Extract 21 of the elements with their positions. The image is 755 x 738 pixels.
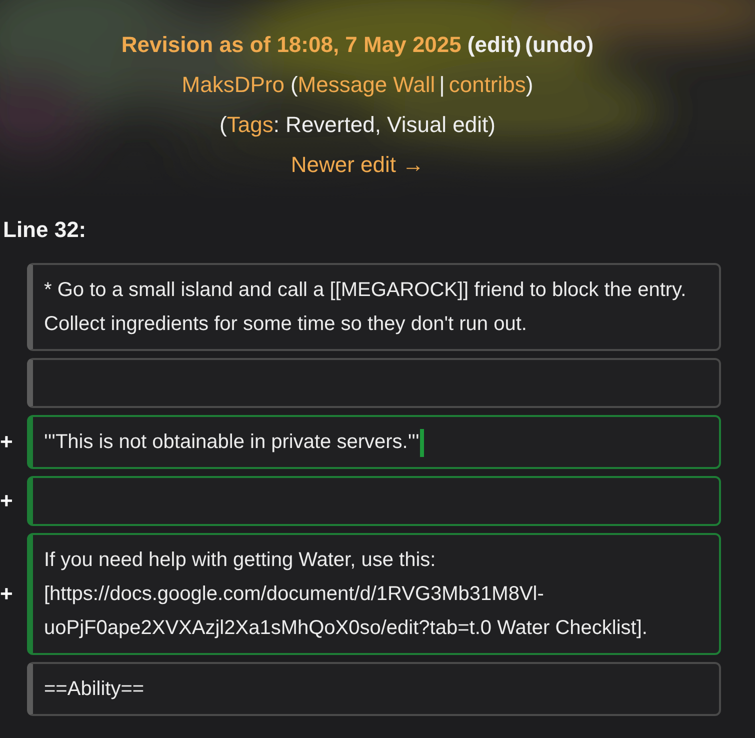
undo-link[interactable]: (undo): [525, 30, 594, 59]
diff-line-text: * Go to a small island and call a [[MEGAROCK]] friend to block the entry. Collect ingredients for some time so they don't run out.: [44, 278, 688, 337]
added-line-marker: +: [0, 488, 13, 513]
contribs-link[interactable]: contribs: [448, 70, 526, 99]
tags-text: : Reverted, Visual edit): [273, 111, 496, 139]
message-wall-link[interactable]: Message Wall: [298, 70, 436, 99]
diff-line-text: '''This is not obtainable in private servers.''': [44, 425, 424, 459]
added-line-marker: +: [0, 581, 13, 606]
parenthesis: (: [290, 71, 298, 99]
diff-line-text: If you need help with getting Water, use this: [https://docs.google.com/document/d/1RVG3Mb31M8Vl-uoPjF0ape2XVXAzjl2Xa1sMhQoX0so/edit?tab=t.0 Water Checklist].: [44, 548, 648, 641]
edit-link[interactable]: (edit): [467, 30, 522, 59]
line-number-label: Line 32:: [3, 216, 88, 244]
revision-title: Revision as of 18:08, 7 May 2025: [121, 31, 462, 59]
parenthesis: ): [526, 71, 534, 99]
diff-line-text: ==Ability==: [44, 677, 144, 702]
parenthesis: (: [220, 111, 227, 139]
separator: |: [439, 71, 445, 99]
tags-link[interactable]: Tags: [226, 110, 274, 139]
newer-edit-link[interactable]: Newer edit →: [290, 150, 424, 179]
added-line-marker: +: [0, 429, 13, 454]
user-link[interactable]: MaksDPro: [182, 70, 284, 99]
